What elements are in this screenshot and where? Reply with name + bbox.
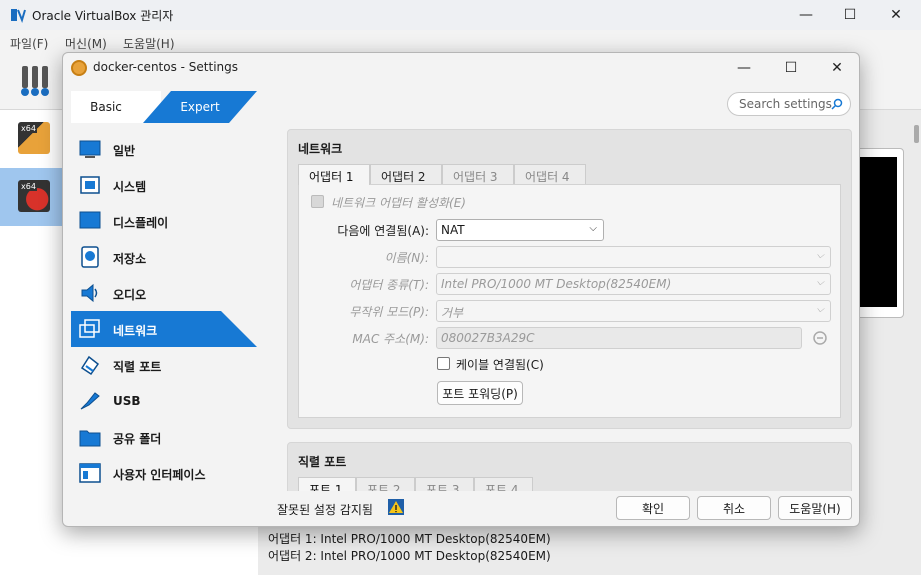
chevron-down-icon: ⌵ <box>816 277 824 288</box>
adapter-1-pane: 네트워크 어댑터 활성화(E) 다음에 연결됨(A): NAT ⌵ 이름(N):… <box>298 184 841 418</box>
search-placeholder: Search settings <box>739 97 832 111</box>
nav-item-display[interactable]: 디스플레이 <box>71 203 257 239</box>
network-icon <box>79 319 100 338</box>
adapter-type-select[interactable]: Intel PRO/1000 MT Desktop(82540EM) ⌵ <box>436 273 831 295</box>
settings-content: 네트워크 어댑터 1 어댑터 2 어댑터 3 어댑터 4 네트워크 어댑터 활성… <box>287 129 852 491</box>
serial-group: 직렬 포트 포트 1 포트 2 포트 3 포트 4 <box>287 442 852 491</box>
maximize-button[interactable]: ☐ <box>827 0 873 30</box>
tab-port-4[interactable]: 포트 4 <box>474 477 533 491</box>
mac-address-input[interactable]: 080027B3A29C <box>436 327 802 349</box>
display-icon <box>79 211 101 229</box>
nav-item-network[interactable]: 네트워크 <box>71 311 257 347</box>
search-icon <box>831 98 843 110</box>
settings-dialog: docker-centos - Settings — ☐ ✕ Basic Exp… <box>62 52 860 527</box>
dialog-footer: 잘못된 설정 감지됨 확인 취소 도움말(H) <box>63 493 859 527</box>
user-interface-icon <box>79 463 101 483</box>
cable-connected-label: 케이블 연결됨(C) <box>456 358 544 372</box>
details-scrollbar[interactable] <box>914 125 919 143</box>
invalid-settings-label: 잘못된 설정 감지됨 <box>277 503 373 517</box>
nav-item-shared-folder[interactable]: 공유 폴더 <box>71 419 257 455</box>
nav-item-audio[interactable]: 오디오 <box>71 275 257 311</box>
chevron-down-icon: ⌵ <box>589 223 597 234</box>
details-adapter-1: 어댑터 1: Intel PRO/1000 MT Desktop(82540EM… <box>268 532 551 546</box>
minimize-button[interactable]: — <box>783 0 829 30</box>
name-label: 이름(N): <box>384 251 429 265</box>
nav-item-system[interactable]: 시스템 <box>71 167 257 203</box>
main-window-titlebar: Oracle VirtualBox 관리자 — ☐ ✕ <box>0 0 921 30</box>
nav-item-user-interface[interactable]: 사용자 인터페이스 <box>71 455 257 491</box>
serial-group-title: 직렬 포트 <box>298 455 347 469</box>
warning-icon[interactable] <box>388 499 404 515</box>
menu-help[interactable]: 도움말(H) <box>123 35 175 52</box>
enable-adapter-checkbox[interactable] <box>311 195 324 208</box>
details-adapter-2: 어댑터 2: Intel PRO/1000 MT Desktop(82540EM… <box>268 549 551 563</box>
tools-icon[interactable] <box>18 64 52 98</box>
nav-item-serial-port[interactable]: 직렬 포트 <box>71 347 257 383</box>
vm-arch-badge: x64 <box>20 182 37 191</box>
chevron-down-icon: ⌵ <box>816 304 824 315</box>
tab-adapter-4[interactable]: 어댑터 4 <box>514 164 586 185</box>
dialog-maximize-button[interactable]: ☐ <box>768 53 814 83</box>
cable-connected-checkbox[interactable] <box>437 357 450 370</box>
tab-port-2[interactable]: 포트 2 <box>356 477 415 491</box>
cancel-button[interactable]: 취소 <box>697 496 771 520</box>
vm-arch-badge: x64 <box>20 124 37 133</box>
mac-address-label: MAC 주소(M): <box>352 332 429 346</box>
ok-button[interactable]: 확인 <box>616 496 690 520</box>
network-group: 네트워크 어댑터 1 어댑터 2 어댑터 3 어댑터 4 네트워크 어댑터 활성… <box>287 129 852 429</box>
port-forwarding-button[interactable]: 포트 포워딩(P) <box>437 381 523 405</box>
menu-machine[interactable]: 머신(M) <box>65 35 107 52</box>
adapter-type-label: 어댑터 종류(T): <box>349 278 429 292</box>
virtualbox-logo-icon <box>11 9 26 23</box>
system-icon <box>80 176 100 194</box>
storage-icon <box>81 246 99 268</box>
attached-to-select[interactable]: NAT ⌵ <box>436 219 604 241</box>
dialog-minimize-button[interactable]: — <box>721 53 767 83</box>
audio-icon <box>81 283 98 303</box>
mode-switch: Basic Expert <box>71 91 257 123</box>
search-settings-input[interactable]: Search settings <box>727 92 851 116</box>
tab-adapter-1[interactable]: 어댑터 1 <box>298 164 370 185</box>
tab-port-3[interactable]: 포트 3 <box>415 477 474 491</box>
help-button[interactable]: 도움말(H) <box>778 496 852 520</box>
tab-adapter-2[interactable]: 어댑터 2 <box>370 164 442 185</box>
promiscuous-mode-label: 무작위 모드(P): <box>349 305 429 319</box>
enable-adapter-label: 네트워크 어댑터 활성화(E) <box>331 196 466 210</box>
close-button[interactable]: ✕ <box>873 0 919 30</box>
name-select[interactable]: ⌵ <box>436 246 831 268</box>
settings-nav: 일반 시스템 디스플레이 저장소 오디오 네트워크 직렬 포트 USB 공유 폴… <box>71 131 257 491</box>
dialog-close-button[interactable]: ✕ <box>814 53 860 83</box>
usb-icon <box>80 392 100 410</box>
dialog-titlebar: docker-centos - Settings — ☐ ✕ <box>63 53 859 83</box>
nav-item-storage[interactable]: 저장소 <box>71 239 257 275</box>
nav-item-general[interactable]: 일반 <box>71 131 257 167</box>
main-window-title: Oracle VirtualBox 관리자 <box>32 9 174 23</box>
menu-bar: 파일(F) 머신(M) 도움말(H) <box>0 30 921 54</box>
refresh-mac-icon[interactable] <box>812 330 828 346</box>
settings-gear-icon <box>71 60 87 76</box>
tab-adapter-3[interactable]: 어댑터 3 <box>442 164 514 185</box>
menu-file[interactable]: 파일(F) <box>10 35 48 52</box>
shared-folder-icon <box>79 430 101 447</box>
general-icon <box>79 140 101 158</box>
chevron-down-icon: ⌵ <box>816 250 824 261</box>
network-group-title: 네트워크 <box>298 142 343 156</box>
dialog-title: docker-centos - Settings <box>93 60 239 74</box>
promiscuous-mode-select[interactable]: 거부 ⌵ <box>436 300 831 322</box>
nav-item-usb[interactable]: USB <box>71 383 257 419</box>
tab-port-1[interactable]: 포트 1 <box>298 477 356 491</box>
serial-port-icon <box>80 355 100 376</box>
attached-to-label: 다음에 연결됨(A): <box>337 224 429 238</box>
